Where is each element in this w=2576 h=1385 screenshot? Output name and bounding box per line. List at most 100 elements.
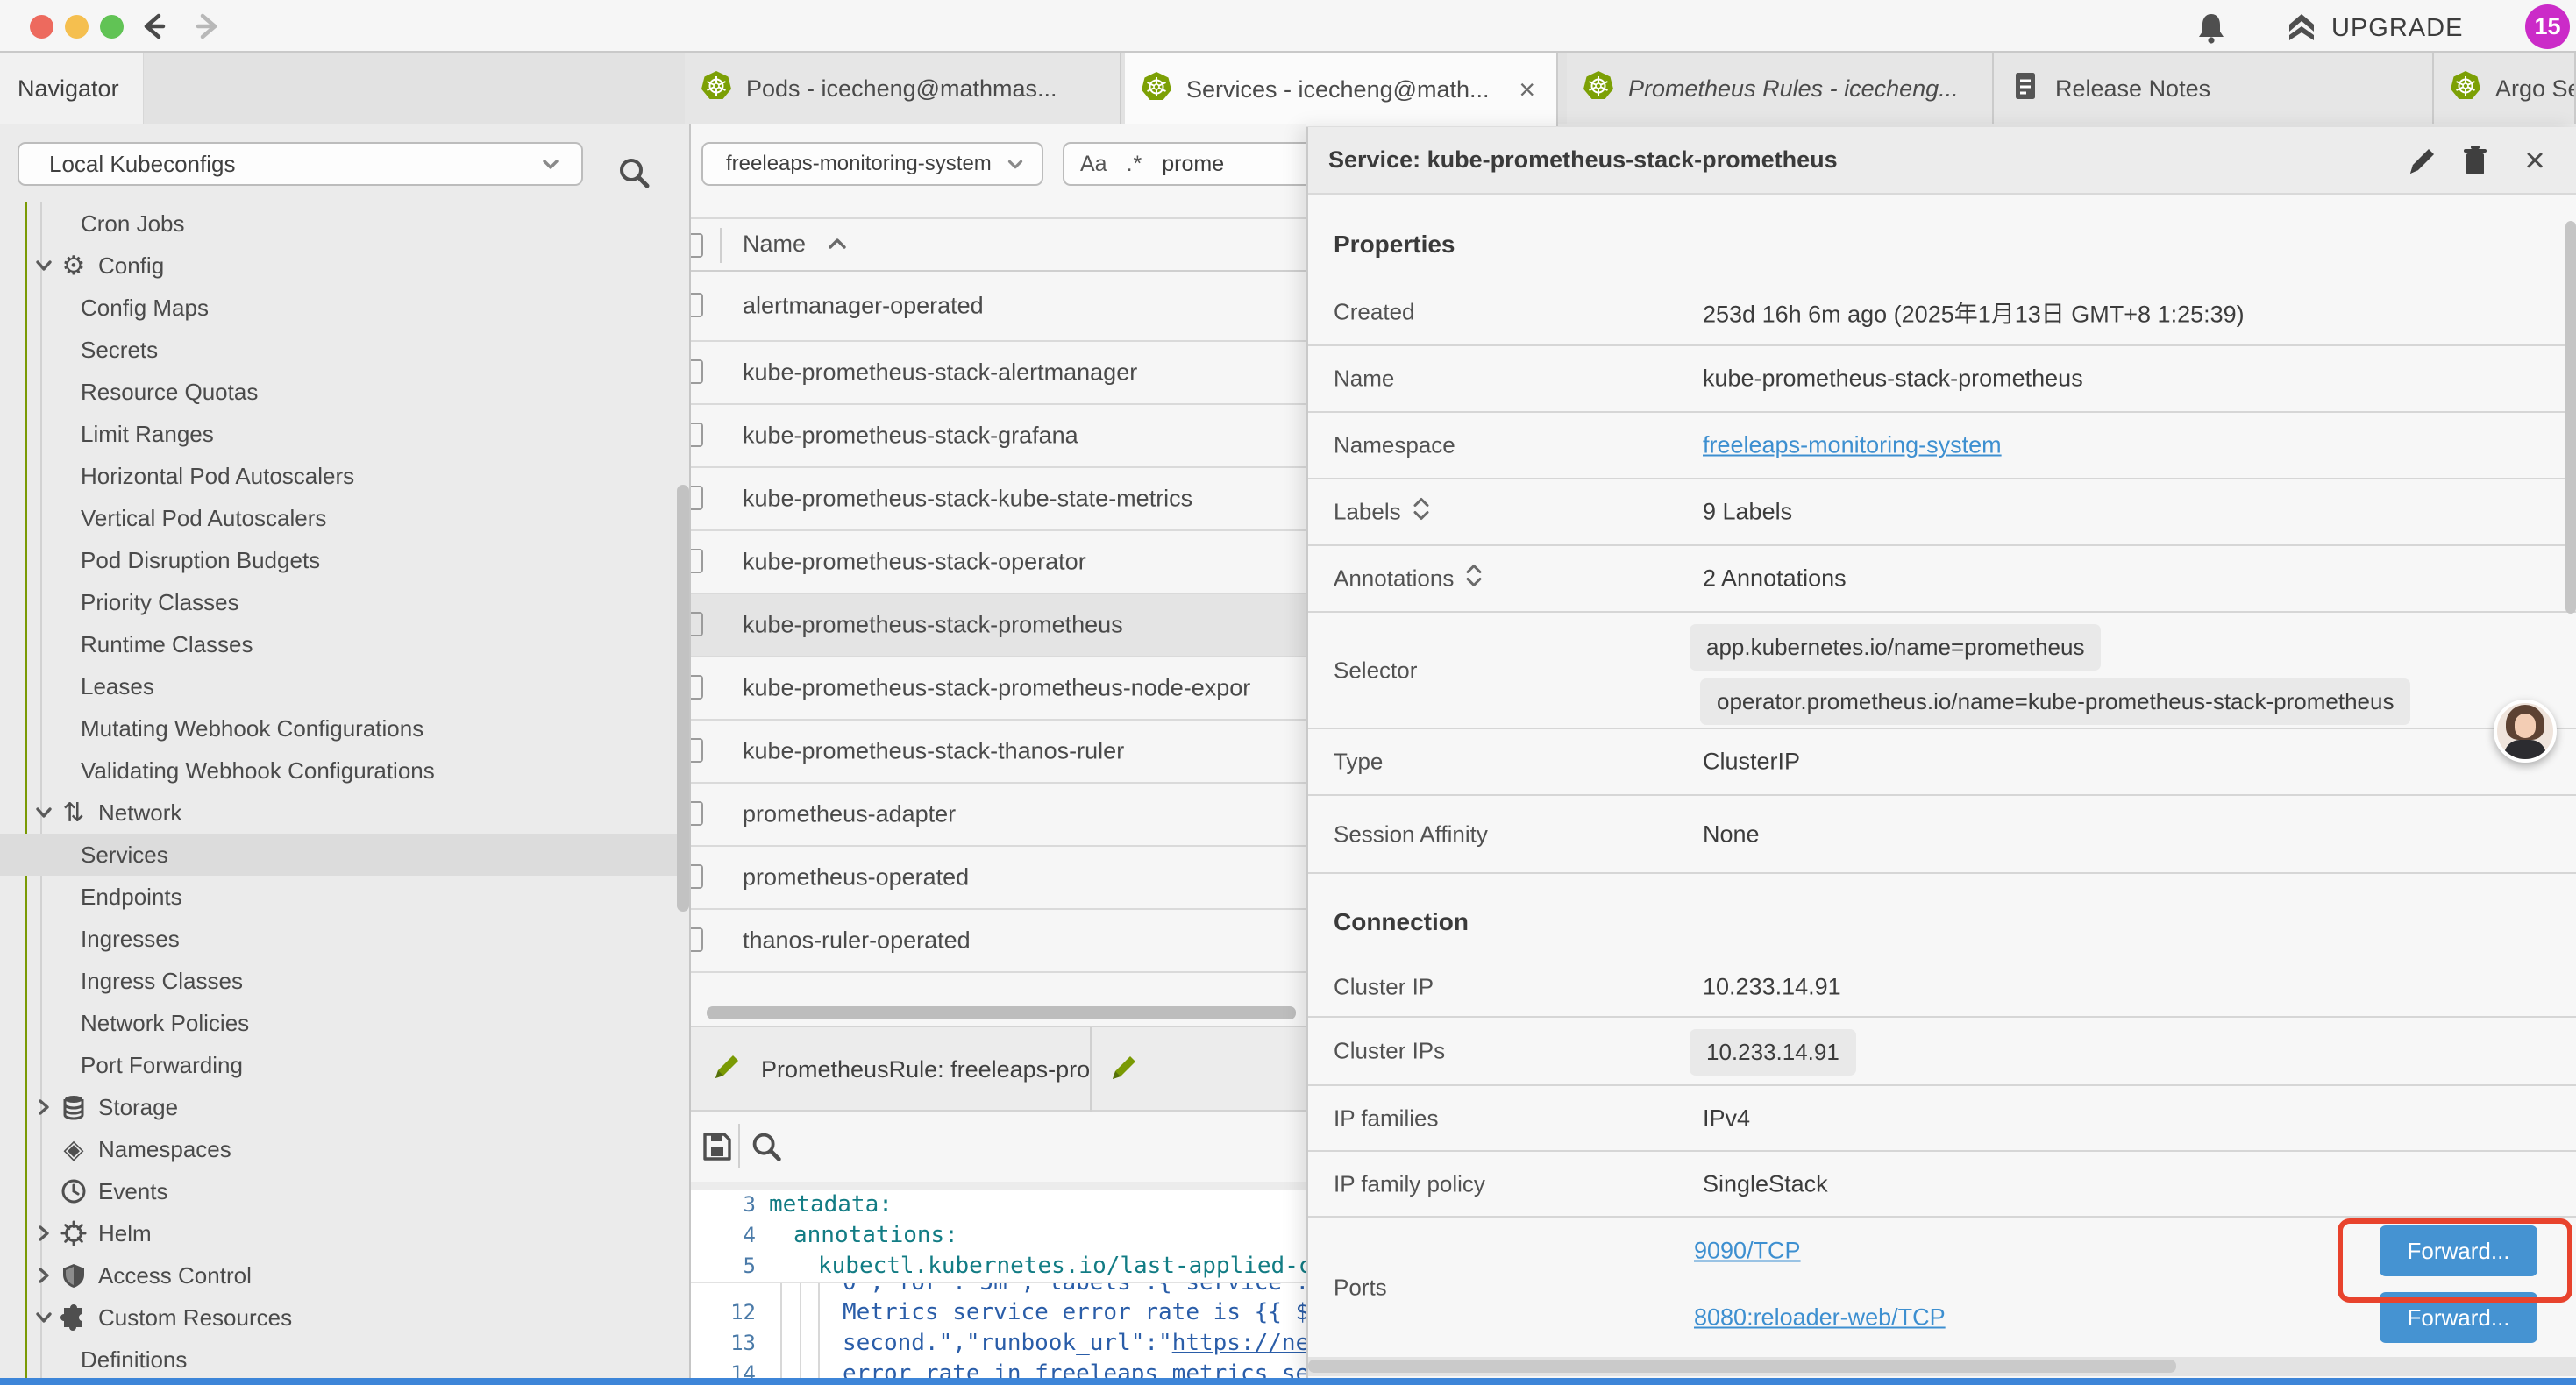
sidebar-item-resource-quotas[interactable]: Resource Quotas	[0, 371, 677, 413]
table-row[interactable]: kube-prometheus-stack-grafana	[691, 405, 1306, 468]
sidebar-item-secrets[interactable]: Secrets	[0, 329, 677, 371]
sort-ascending-icon[interactable]	[824, 233, 850, 260]
chevron-down-icon[interactable]	[32, 1305, 56, 1330]
sidebar-item-ingresses[interactable]: Ingresses	[0, 918, 677, 960]
select-all-checkbox[interactable]	[691, 233, 703, 258]
sidebar-item-network-policies[interactable]: Network Policies	[0, 1002, 677, 1044]
table-row[interactable]: kube-prometheus-stack-prometheus-node-ex…	[691, 657, 1306, 721]
editor-tab-1[interactable]: Pods - icecheng@mathmas...	[685, 53, 1121, 124]
forward-icon[interactable]	[189, 9, 227, 44]
table-row[interactable]: kube-prometheus-stack-operator	[691, 531, 1306, 594]
expand-sort-icon[interactable]	[1464, 563, 1484, 595]
sidebar-item-storage[interactable]: Storage	[0, 1086, 677, 1128]
sidebar-item-leases[interactable]: Leases	[0, 665, 677, 707]
close-window-button[interactable]	[30, 15, 53, 39]
table-row[interactable]: kube-prometheus-stack-alertmanager	[691, 342, 1306, 405]
sidebar-item-ingress-classes[interactable]: Ingress Classes	[0, 960, 677, 1002]
row-checkbox[interactable]	[691, 549, 703, 573]
sidebar-item-endpoints[interactable]: Endpoints	[0, 876, 677, 918]
maximize-window-button[interactable]	[100, 15, 124, 39]
editor-tab-4[interactable]: Release Notes	[1994, 53, 2434, 124]
namespace-filter-dropdown[interactable]: freeleaps-monitoring-system	[701, 142, 1043, 186]
sidebar-item-access-control[interactable]: Access Control	[0, 1254, 677, 1296]
sidebar-item-vertical-pod-autoscalers[interactable]: Vertical Pod Autoscalers	[0, 497, 677, 539]
sidebar-item-definitions[interactable]: Definitions	[0, 1339, 677, 1378]
service-name: kube-prometheus-stack-alertmanager	[743, 359, 1137, 387]
editor-tab-5[interactable]: Argo Se	[2434, 53, 2576, 124]
table-row[interactable]: prometheus-operated	[691, 847, 1306, 910]
edit-pencil-icon[interactable]	[2402, 141, 2442, 181]
detail-horizontal-scrollbar[interactable]	[1308, 1357, 2576, 1376]
table-row[interactable]: kube-prometheus-stack-kube-state-metrics	[691, 468, 1306, 531]
sidebar-item-mutating-webhook-configurations[interactable]: Mutating Webhook Configurations	[0, 707, 677, 749]
kubeconfig-selector-dropdown[interactable]: Local Kubeconfigs	[18, 142, 583, 186]
dock-tab-prometheusrule[interactable]: PrometheusRule: freeleaps-prod-rabbitmq	[691, 1027, 1092, 1112]
close-tab-icon[interactable]: ×	[1513, 74, 1541, 106]
sidebar-item-services[interactable]: Services	[0, 834, 677, 876]
sidebar-item-pod-disruption-budgets[interactable]: Pod Disruption Budgets	[0, 539, 677, 581]
table-row[interactable]: kube-prometheus-stack-prometheus	[691, 594, 1306, 657]
close-icon[interactable]: ×	[2515, 141, 2555, 181]
row-checkbox[interactable]	[691, 738, 703, 763]
notification-count-badge[interactable]: 15	[2525, 4, 2570, 49]
row-checkbox[interactable]	[691, 423, 703, 447]
editor-search-icon[interactable]	[747, 1127, 786, 1166]
chevron-right-icon[interactable]	[32, 1095, 56, 1119]
chevron-right-icon[interactable]	[32, 1263, 56, 1288]
expand-sort-icon[interactable]	[1412, 496, 1431, 529]
sidebar-item-limit-ranges[interactable]: Limit Ranges	[0, 413, 677, 455]
match-case-toggle[interactable]: Aa	[1080, 152, 1107, 177]
chevron-right-icon[interactable]	[32, 1221, 56, 1246]
row-checkbox[interactable]	[691, 359, 703, 384]
chevron-down-icon[interactable]	[32, 800, 56, 825]
yaml-editor[interactable]: 3metadata:4annotations:5kubectl.kubernet…	[691, 1182, 1306, 1378]
namespace-link[interactable]: freeleaps-monitoring-system	[1703, 432, 2002, 459]
sidebar-item-runtime-classes[interactable]: Runtime Classes	[0, 623, 677, 665]
table-horizontal-scrollbar[interactable]	[707, 1006, 1296, 1019]
table-row[interactable]: alertmanager-operated	[691, 272, 1306, 342]
dock-tab-next[interactable]	[1093, 1027, 1306, 1112]
sidebar-item-validating-webhook-configurations[interactable]: Validating Webhook Configurations	[0, 749, 677, 792]
row-checkbox[interactable]	[691, 486, 703, 510]
sidebar-search-icon[interactable]	[614, 153, 654, 193]
user-avatar[interactable]	[2494, 700, 2557, 763]
sidebar-item-horizontal-pod-autoscalers[interactable]: Horizontal Pod Autoscalers	[0, 455, 677, 497]
editor-tab-2[interactable]: Services - icecheng@math...×	[1125, 53, 1558, 126]
editor-tab-3[interactable]: Prometheus Rules - icecheng...	[1567, 53, 1994, 124]
minimize-window-button[interactable]	[65, 15, 89, 39]
sidebar-item-namespaces[interactable]: ◈Namespaces	[0, 1128, 677, 1170]
table-row[interactable]: thanos-ruler-operated	[691, 910, 1306, 973]
row-checkbox[interactable]	[691, 927, 703, 952]
sidebar-item-custom-resources[interactable]: Custom Resources	[0, 1296, 677, 1339]
row-checkbox[interactable]	[691, 801, 703, 826]
document-icon	[2010, 70, 2041, 108]
sidebar-item-cron-jobs[interactable]: Cron Jobs	[0, 202, 677, 245]
save-icon[interactable]	[698, 1127, 737, 1166]
sidebar-item-network[interactable]: ⇅Network	[0, 792, 677, 834]
sidebar-item-priority-classes[interactable]: Priority Classes	[0, 581, 677, 623]
name-column-header[interactable]: Name	[743, 231, 806, 258]
port-link[interactable]: 8080:reloader-web/TCP	[1694, 1304, 1946, 1332]
delete-trash-icon[interactable]	[2455, 141, 2495, 181]
sidebar-item-helm[interactable]: Helm	[0, 1212, 677, 1254]
table-row[interactable]: prometheus-adapter	[691, 784, 1306, 847]
table-row[interactable]: kube-prometheus-stack-thanos-ruler	[691, 721, 1306, 784]
sidebar-scrollbar[interactable]	[677, 485, 689, 912]
row-checkbox[interactable]	[691, 675, 703, 700]
detail-vertical-scrollbar[interactable]	[2565, 221, 2576, 614]
regex-toggle[interactable]: .*	[1127, 152, 1143, 177]
row-checkbox[interactable]	[691, 293, 703, 317]
row-checkbox[interactable]	[691, 612, 703, 636]
sidebar-item-events[interactable]: Events	[0, 1170, 677, 1212]
notifications-bell-icon[interactable]	[2192, 11, 2231, 46]
navigator-panel-tab[interactable]: Navigator	[0, 53, 144, 124]
back-icon[interactable]	[134, 9, 173, 44]
sidebar-item-port-forwarding[interactable]: Port Forwarding	[0, 1044, 677, 1086]
row-checkbox[interactable]	[691, 864, 703, 889]
list-search-input[interactable]: Aa .* prome	[1063, 142, 1306, 186]
sidebar-item-config-maps[interactable]: Config Maps	[0, 287, 677, 329]
port-link[interactable]: 9090/TCP	[1694, 1238, 1801, 1265]
upgrade-button[interactable]: UPGRADE	[2284, 9, 2463, 47]
chevron-down-icon[interactable]	[32, 253, 56, 278]
sidebar-item-config[interactable]: ⚙Config	[0, 245, 677, 287]
